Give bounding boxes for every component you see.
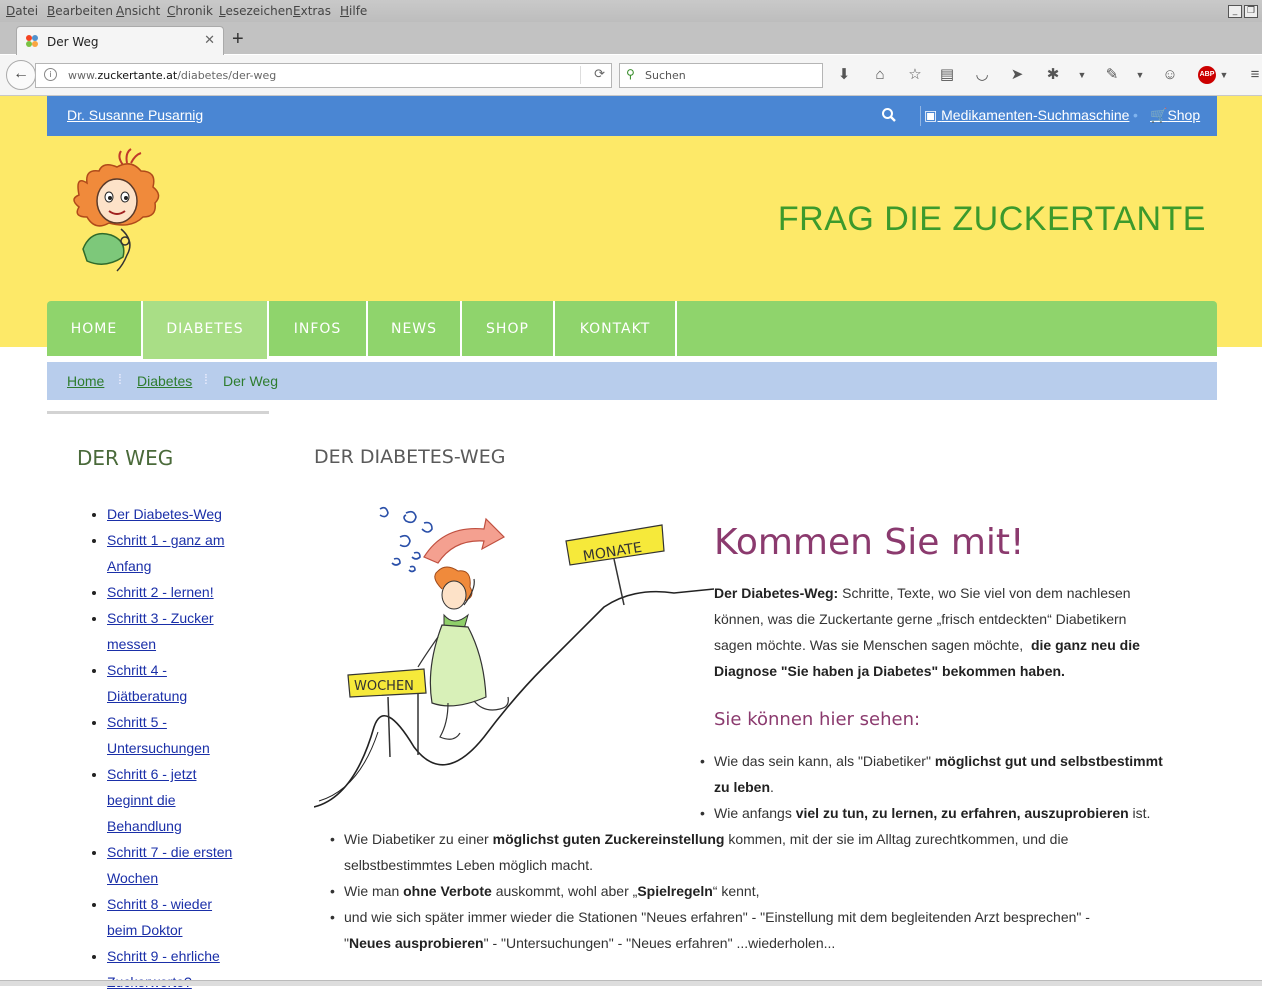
sidebar-item: Schritt 9 - ehrlicheZuckerwerte? [107,943,287,995]
sidebar-item: Der Diabetes-Weg [107,501,287,527]
tab-title: Der Weg [47,35,99,49]
sidebar-item: Schritt 2 - lernen! [107,579,287,605]
close-tab-icon[interactable]: ✕ [204,33,215,48]
url-text: www.zuckertante.at/diabetes/der-weg [68,69,277,82]
search-placeholder: Suchen [645,69,686,82]
menu-extras[interactable]: Extras [293,4,331,18]
sidebar-link-schritt-6[interactable]: Schritt 6 - jetzt beginnt die Behandlung [107,766,196,834]
search-icon[interactable] [881,107,897,123]
new-tab-icon[interactable]: + [232,28,244,51]
bookmark-star-icon[interactable]: ☆ [905,65,925,85]
topbar-separator [920,106,921,126]
article-heading: DER DIABETES-WEG [314,446,506,468]
joomla-favicon-icon [26,35,38,47]
breadcrumb: Home ⁞ Diabetes ⁞ Der Weg [47,362,1217,400]
diabetes-path-illustration: MONATE WOCHEN [314,506,714,808]
sidebar-link-schritt-2[interactable]: Schritt 2 - lernen! [107,584,214,600]
menu-chronik[interactable]: Chronik [167,4,213,18]
url-bar[interactable]: i www.zuckertante.at/diabetes/der-weg ⟳ [35,63,612,88]
dropdown-arrow-icon[interactable]: ▼ [1072,65,1092,85]
sidebar-link-der-diabetes-weg[interactable]: Der Diabetes-Weg [107,506,222,522]
sidebar-divider [47,411,269,414]
illus-label-bottom: WOCHEN [354,679,414,694]
topbar-dot: • [1133,107,1138,123]
shop-label: Shop [1167,107,1201,123]
bookmarks-list-icon[interactable]: ▤ [937,65,957,85]
download-icon[interactable]: ⬇ [834,65,854,85]
section-subheading: Sie können hier sehen: [714,709,921,730]
menu-lesezeichen[interactable]: Lesezeichen [219,4,293,18]
search-engine-icon: ⚲ [626,67,635,81]
horizontal-scrollbar[interactable] [0,980,1262,986]
breadcrumb-current: Der Weg [223,373,278,389]
menu-bearbeiten[interactable]: Bearbeiten [47,4,113,18]
nav-diabetes[interactable]: DIABETES [143,301,269,359]
send-icon[interactable]: ➤ [1007,65,1027,85]
sidebar-item: Schritt 7 - die erstenWochen [107,839,287,891]
cart-icon: 🛒 [1150,107,1168,123]
site-title: FRAG DIE ZUCKERTANTE [777,200,1206,238]
medkit-icon: ▣ [924,107,942,123]
menu-hilfe[interactable]: Hilfe [340,4,367,18]
menu-bar: Datei Bearbeiten Ansicht Chronik Lesezei… [0,0,1262,22]
sidebar-heading: DER WEG [77,446,174,470]
top-bar: Dr. Susanne Pusarnig ▣ Medikamenten-Such… [47,96,1217,136]
hamburger-menu-icon[interactable]: ≡ [1245,65,1262,85]
sidebar-link-schritt-7[interactable]: Schritt 7 - die ersten Wochen [107,844,232,886]
url-separator [580,66,581,84]
list-item: Wie das sein kann, als "Diabetiker" mögl… [700,748,1194,800]
back-button[interactable]: ← [6,60,36,90]
nav-news[interactable]: NEWS [368,301,462,356]
info-icon[interactable]: i [44,68,57,81]
breadcrumb-separator: ⁞ [118,371,122,387]
sidebar-item: Schritt 4 -Diätberatung [107,657,287,709]
tools-icon[interactable]: ✎ [1102,65,1122,85]
main-navigation: HOME DIABETES INFOS NEWS SHOP KONTAKT [47,301,1217,359]
breadcrumb-home[interactable]: Home [67,373,104,389]
dropdown-arrow-icon-3[interactable]: ▼ [1214,65,1234,85]
sidebar-item: Schritt 1 - ganz amAnfang [107,527,287,579]
window-controls: _ ❐ [1226,2,1258,18]
sidebar-item: Schritt 6 - jetztbeginnt dieBehandlung [107,761,287,839]
sidebar-link-schritt-3[interactable]: Schritt 3 - Zucker messen [107,610,214,652]
breadcrumb-separator: ⁞ [204,371,208,387]
sidebar-item: Schritt 8 - wiederbeim Doktor [107,891,287,943]
minimize-icon[interactable]: _ [1228,5,1242,18]
sidebar-menu: Der Diabetes-Weg Schritt 1 - ganz amAnfa… [77,501,287,995]
menu-ansicht[interactable]: Ansicht [116,4,160,18]
sidebar-link-schritt-8[interactable]: Schritt 8 - wieder beim Doktor [107,896,212,938]
reload-icon[interactable]: ⟳ [594,67,605,82]
browser-search-input[interactable]: ⚲ Suchen [619,63,823,88]
nav-infos[interactable]: INFOS [269,301,368,356]
list-item: Wie Diabetiker zu einer möglichst guten … [330,826,1204,878]
extension-icon[interactable]: ✱ [1043,65,1063,85]
sidebar-item: Schritt 3 - Zuckermessen [107,605,287,657]
intro-paragraph: Der Diabetes-Weg: Schritte, Texte, wo Si… [714,585,1140,679]
nav-home[interactable]: HOME [47,301,143,356]
pocket-icon[interactable]: ◡ [972,65,992,85]
breadcrumb-diabetes[interactable]: Diabetes [137,373,192,389]
nav-shop[interactable]: SHOP [462,301,555,356]
author-link[interactable]: Dr. Susanne Pusarnig [67,107,203,123]
sidebar-link-schritt-5[interactable]: Schritt 5 - Untersuchungen [107,714,210,756]
shop-link[interactable]: 🛒Shop [1150,107,1200,124]
medication-search-link[interactable]: ▣ Medikamenten-Suchmaschine [924,107,1129,124]
sidebar-item: Schritt 5 -Untersuchungen [107,709,287,761]
smiley-icon[interactable]: ☺ [1160,65,1180,85]
dropdown-arrow-icon-2[interactable]: ▼ [1130,65,1150,85]
site-logo[interactable] [65,145,165,277]
list-item: Wie anfangs viel zu tun, zu lernen, zu e… [700,800,1194,826]
nav-kontakt[interactable]: KONTAKT [555,301,677,356]
restore-icon[interactable]: ❐ [1244,5,1258,18]
menu-datei[interactable]: Datei [6,4,38,18]
home-icon[interactable]: ⌂ [870,65,890,85]
sidebar-link-schritt-1[interactable]: Schritt 1 - ganz am Anfang [107,532,225,574]
list-item: und wie sich später immer wieder die Sta… [330,904,1224,956]
list-item: Wie man ohne Verbote auskommt, wohl aber… [330,878,1204,904]
sidebar-link-schritt-4[interactable]: Schritt 4 - Diätberatung [107,662,187,704]
browser-tab[interactable]: Der Weg ✕ [16,26,224,56]
medication-search-label: Medikamenten-Suchmaschine [941,107,1130,123]
intro-title: Kommen Sie mit! [714,522,1025,563]
